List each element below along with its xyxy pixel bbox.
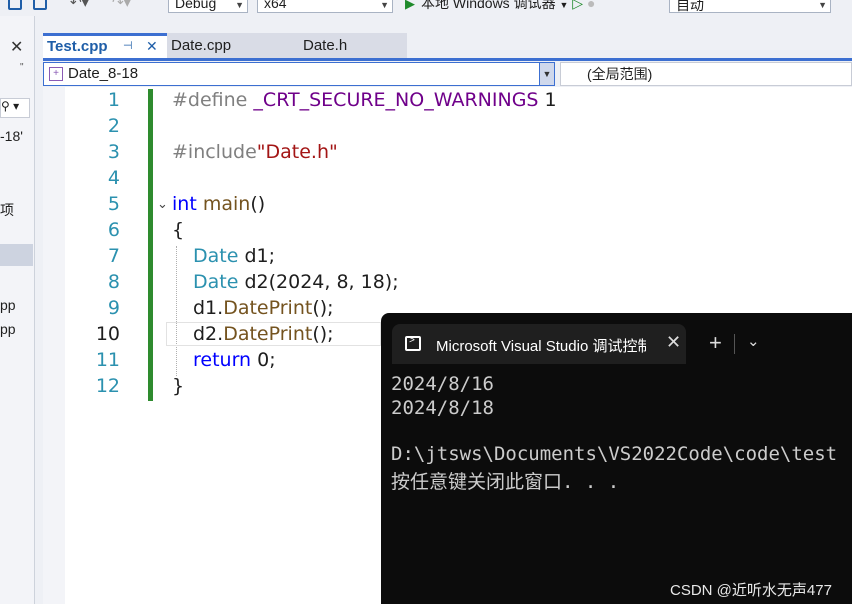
line-number: 6: [107, 219, 120, 241]
platform-select[interactable]: x64 ▼: [257, 0, 393, 13]
close-icon[interactable]: ✕: [666, 332, 681, 353]
record-icon[interactable]: ●: [587, 0, 595, 11]
new-tab-button[interactable]: +: [709, 330, 722, 356]
document-tab-row: Test.cpp ⊣ ✕ Date.cpp Date.h: [43, 33, 852, 60]
start-debugging-button[interactable]: ▶ 本地 Windows 调试器 ▼ ▷ ●: [405, 0, 595, 13]
main-toolbar: ↶▾ ↷▾ Debug ▼ x64 ▼ ▶ 本地 Windows 调试器 ▼ ▷ ● …: [0, 0, 852, 16]
global-scope-dropdown[interactable]: (全局范围): [560, 62, 852, 86]
line-number: 3: [107, 141, 120, 163]
scope-dropdown[interactable]: + Date_8-18: [43, 62, 554, 86]
save-icon[interactable]: [8, 0, 22, 10]
search-box[interactable]: ⚲ ▾: [0, 98, 30, 118]
chevron-down-icon: ▼: [818, 0, 827, 10]
code-line-1[interactable]: #define _CRT_SECURE_NO_WARNINGS 1: [172, 89, 557, 111]
console-titlebar: Microsoft Visual Studio 调试控制台 ✕ + ⌄: [381, 324, 852, 364]
console-tab-title: Microsoft Visual Studio 调试控制台: [436, 338, 646, 355]
play-icon: ▶: [405, 0, 415, 11]
code-line-9[interactable]: d1.DatePrint();: [193, 297, 334, 319]
line-number: 9: [107, 297, 120, 319]
console-output-line: 2024/8/16: [391, 373, 494, 395]
pin-icon[interactable]: ": [20, 62, 24, 73]
code-line-3[interactable]: #include"Date.h": [172, 141, 338, 163]
config-select[interactable]: Debug ▼: [168, 0, 248, 13]
code-line-10[interactable]: d2.DatePrint();: [193, 323, 334, 345]
console-output-line: 2024/8/18: [391, 397, 494, 419]
close-icon[interactable]: ✕: [146, 36, 158, 57]
close-icon[interactable]: ✕: [10, 37, 23, 57]
terminal-icon: [405, 335, 421, 351]
chevron-down-icon: ▼: [235, 0, 244, 10]
save-all-icon[interactable]: [33, 0, 47, 10]
chevron-down-icon: ▼: [380, 0, 389, 10]
code-line-7[interactable]: Date d1;: [193, 245, 275, 267]
watermark: CSDN @近听水无声477: [670, 582, 832, 599]
splitter[interactable]: [35, 16, 43, 604]
console-output-line: D:\jtsws\Documents\VS2022Code\code\test: [391, 443, 838, 465]
console-output-line: 按任意键关闭此窗口. . .: [391, 471, 620, 493]
line-number-current: 10: [95, 323, 120, 345]
code-line-12[interactable]: }: [172, 375, 184, 397]
tab-date-cpp[interactable]: Date.cpp: [167, 33, 285, 58]
code-line-11[interactable]: return 0;: [193, 349, 276, 371]
editor-margin: [43, 87, 65, 604]
run-without-debug-icon[interactable]: ▷: [572, 0, 583, 11]
console-tab[interactable]: Microsoft Visual Studio 调试控制台 ✕: [392, 324, 686, 364]
tree-item[interactable]: pp: [0, 297, 16, 313]
chevron-down-icon[interactable]: ⌄: [747, 332, 760, 350]
redo-icon[interactable]: ↷▾: [112, 0, 131, 11]
tree-item-selected[interactable]: [0, 244, 33, 266]
line-number: 4: [107, 167, 120, 189]
line-number: 1: [107, 89, 120, 111]
code-line-8[interactable]: Date d2(2024, 8, 18);: [193, 271, 399, 293]
line-number: 11: [95, 349, 120, 371]
solution-explorer-panel: ✕ " ⚲ ▾ -18' 项 pp pp: [0, 16, 35, 604]
line-number: 7: [107, 245, 120, 267]
change-indicator: [148, 89, 153, 401]
indent-guide: [176, 246, 177, 376]
navigation-bar: + Date_8-18 ▼ (全局范围): [43, 61, 852, 87]
divider: [734, 334, 735, 354]
tab-test-cpp[interactable]: Test.cpp ⊣ ✕: [43, 33, 167, 58]
line-number: 12: [95, 375, 120, 397]
chevron-down-icon[interactable]: ▼: [539, 62, 555, 86]
line-number: 5: [107, 193, 120, 215]
undo-icon[interactable]: ↶▾: [70, 0, 89, 11]
tree-item[interactable]: 项: [0, 200, 14, 220]
code-line-6[interactable]: {: [172, 219, 184, 241]
tree-item[interactable]: pp: [0, 321, 16, 337]
line-number: 8: [107, 271, 120, 293]
pin-icon[interactable]: ⊣: [123, 36, 133, 57]
line-number: 2: [107, 115, 120, 137]
collapse-icon[interactable]: ⌄: [157, 196, 168, 212]
target-select[interactable]: 自动 ▼: [669, 0, 831, 13]
tab-date-h[interactable]: Date.h: [285, 33, 407, 58]
code-line-5[interactable]: int main(): [172, 193, 265, 215]
tree-item[interactable]: -18': [0, 128, 23, 144]
project-icon: +: [49, 67, 63, 81]
